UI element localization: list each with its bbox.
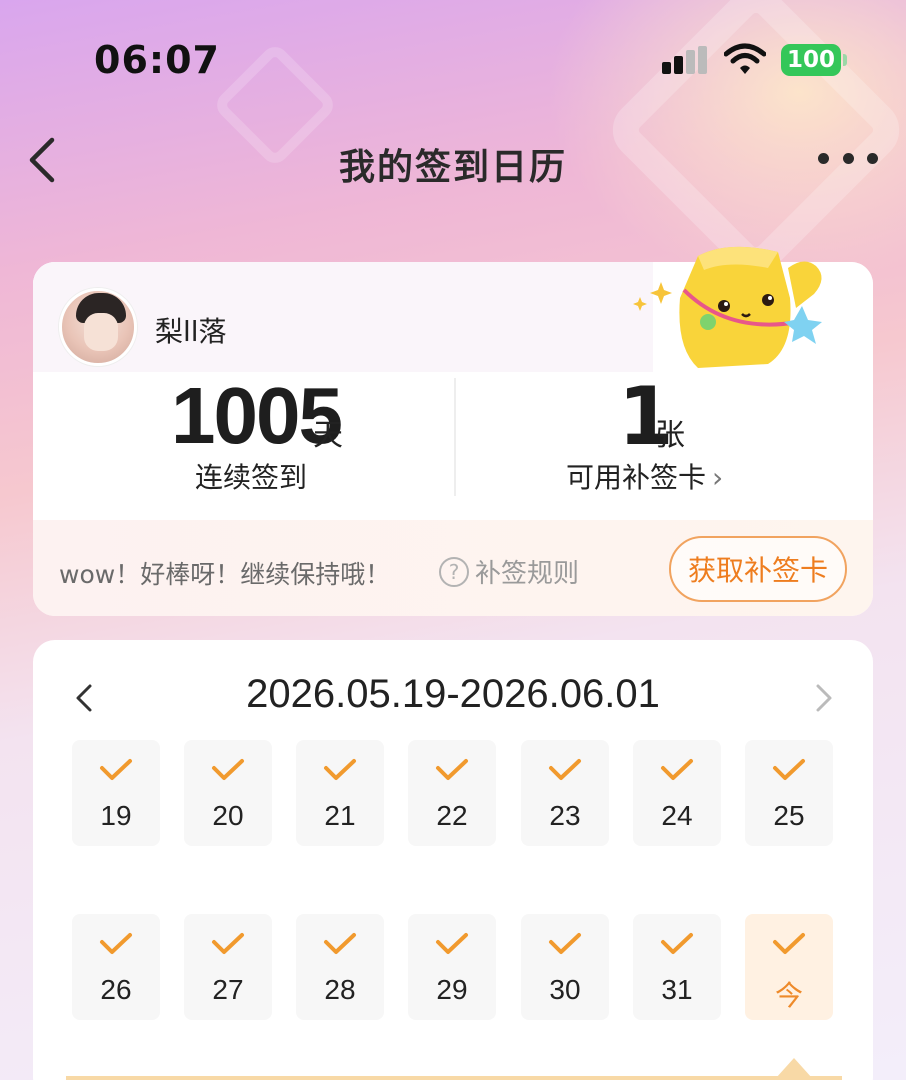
- streak-unit: 天: [313, 418, 343, 453]
- avatar[interactable]: [59, 288, 137, 366]
- makeup-card-label: 可用补签卡: [566, 461, 707, 494]
- help-icon: ?: [439, 556, 469, 587]
- day-number: 30: [549, 974, 581, 1005]
- day-number: 23: [549, 800, 581, 831]
- day-cell[interactable]: 20: [184, 740, 272, 846]
- divider: [454, 378, 456, 496]
- check-icon: [549, 933, 581, 954]
- day-number: 24: [661, 800, 693, 831]
- streak-label: 连续签到: [195, 461, 308, 494]
- battery-tip: [843, 54, 847, 66]
- wifi-icon: [724, 43, 766, 74]
- bottom-indicator-line: [66, 1076, 842, 1080]
- day-number: 25: [773, 800, 805, 831]
- makeup-card-link[interactable]: 可用补签卡 ›: [566, 456, 723, 496]
- check-icon: [661, 759, 693, 780]
- more-icon[interactable]: [818, 148, 878, 168]
- day-cell[interactable]: 29: [408, 914, 496, 1020]
- rules-label: 补签规则: [475, 559, 580, 589]
- check-icon: [773, 759, 805, 780]
- day-cell[interactable]: 28: [296, 914, 384, 1020]
- page-title: 我的签到日历: [338, 147, 567, 188]
- signal-icon: [662, 46, 708, 74]
- day-number: 26: [100, 974, 132, 1005]
- get-makeup-card-button[interactable]: 获取补签卡: [669, 536, 847, 602]
- check-icon: [436, 933, 468, 954]
- day-number: 21: [324, 800, 356, 831]
- check-icon: [436, 759, 468, 780]
- today-pointer: [776, 1058, 812, 1078]
- day-number: 29: [436, 974, 468, 1005]
- makeup-card-unit: 张: [655, 418, 685, 453]
- battery-icon: 100: [781, 44, 841, 76]
- day-cell[interactable]: 24: [633, 740, 721, 846]
- day-cell[interactable]: 26: [72, 914, 160, 1020]
- battery-level: 100: [786, 47, 835, 73]
- day-cell-today[interactable]: 今: [745, 914, 833, 1020]
- day-cell[interactable]: 19: [72, 740, 160, 846]
- check-icon: [549, 759, 581, 780]
- day-cell[interactable]: 27: [184, 914, 272, 1020]
- check-icon: [324, 759, 356, 780]
- check-icon: [773, 933, 805, 954]
- day-number: 31: [661, 974, 693, 1005]
- check-icon: [661, 933, 693, 954]
- day-cell[interactable]: 31: [633, 914, 721, 1020]
- encourage-text: wow！好棒呀！继续保持哦！: [59, 560, 391, 589]
- check-icon: [100, 933, 132, 954]
- check-icon: [212, 759, 244, 780]
- day-number: 今: [774, 979, 803, 1012]
- mascot-illustration: [633, 246, 822, 368]
- day-number: 20: [212, 800, 244, 831]
- check-icon: [100, 759, 132, 780]
- day-cell[interactable]: 23: [521, 740, 609, 846]
- day-cell[interactable]: 30: [521, 914, 609, 1020]
- status-time: 06:07: [94, 38, 220, 82]
- chevron-right-icon[interactable]: [808, 680, 838, 716]
- day-cell[interactable]: 25: [745, 740, 833, 846]
- rules-link[interactable]: ? 补签规则: [439, 553, 579, 590]
- day-cell[interactable]: 22: [408, 740, 496, 846]
- date-range: 2026.05.19-2026.06.01: [246, 672, 660, 716]
- day-number: 27: [212, 974, 244, 1005]
- chevron-right-icon: ›: [712, 461, 724, 494]
- check-icon: [324, 933, 356, 954]
- username: 梨ll落: [155, 315, 227, 348]
- day-number: 19: [100, 800, 132, 831]
- check-icon: [212, 933, 244, 954]
- day-number: 28: [324, 974, 356, 1005]
- day-number: 22: [436, 800, 468, 831]
- day-cell[interactable]: 21: [296, 740, 384, 846]
